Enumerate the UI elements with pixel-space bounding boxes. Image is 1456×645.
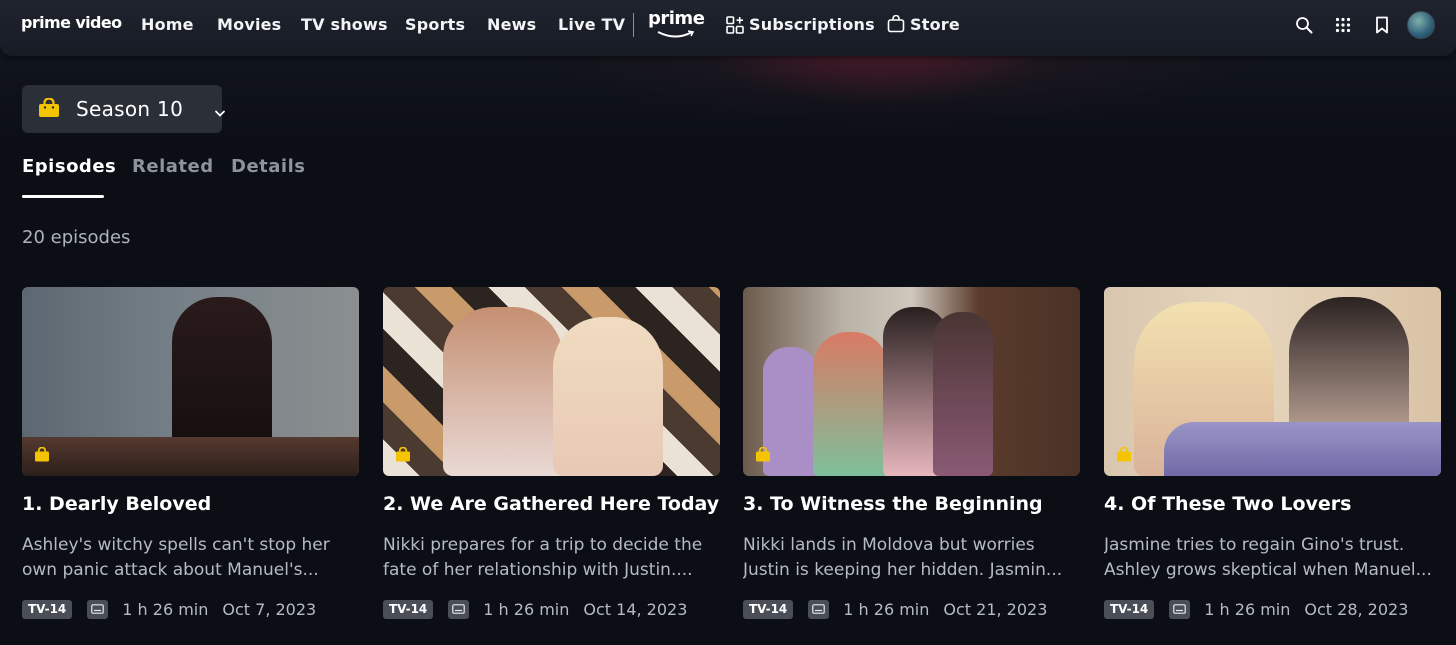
episode-duration: 1 h 26 min [483, 599, 570, 619]
season-selector-dropdown[interactable]: Season 10 [22, 85, 225, 133]
prime-link[interactable]: prime [648, 8, 705, 42]
season-label: Season 10 [76, 97, 184, 121]
tab-details[interactable]: Details [231, 156, 305, 177]
chevron-down-icon [213, 104, 227, 123]
nav-link-tv-shows[interactable]: TV shows [301, 15, 388, 34]
episode-count: 20 episodes [22, 227, 131, 248]
episode-meta: TV-14 1 h 26 min Oct 14, 2023 [383, 599, 687, 619]
episode-description: Nikki lands in Moldova but worries Justi… [743, 535, 1063, 580]
nav-link-home[interactable]: Home [141, 15, 194, 34]
episode-meta: TV-14 1 h 26 min Oct 21, 2023 [743, 599, 1047, 619]
nav-divider [633, 13, 634, 37]
episode-meta: TV-14 1 h 26 min Oct 28, 2023 [1104, 599, 1408, 619]
subtitles-icon [808, 599, 830, 619]
episode-duration: 1 h 26 min [122, 599, 209, 619]
episode-card[interactable]: 2. We Are Gathered Here Today Nikki prep… [383, 287, 720, 632]
maturity-rating-badge: TV-14 [743, 599, 794, 619]
prime-video-logo[interactable]: prime video [21, 13, 122, 32]
episode-card[interactable]: 3. To Witness the Beginning Nikki lands … [743, 287, 1080, 632]
subscriptions-grid-icon [726, 16, 744, 38]
shopping-bag-icon [755, 446, 771, 466]
nav-link-store[interactable]: Store [910, 15, 960, 34]
nav-link-sports[interactable]: Sports [405, 15, 465, 34]
prime-label: prime [648, 8, 705, 29]
episode-meta: TV-14 1 h 26 min Oct 7, 2023 [22, 599, 316, 619]
shopping-bag-icon [34, 446, 50, 466]
episode-description: Nikki prepares for a trip to decide the … [383, 535, 703, 580]
episode-air-date: Oct 7, 2023 [222, 599, 317, 619]
episode-title[interactable]: 3. To Witness the Beginning [743, 493, 1088, 515]
apps-grid-icon[interactable] [1332, 14, 1354, 36]
tab-episodes[interactable]: Episodes [22, 156, 116, 177]
episode-thumbnail[interactable] [383, 287, 720, 476]
prime-smile-icon [657, 30, 695, 38]
episode-card[interactable]: 1. Dearly Beloved Ashley's witchy spells… [22, 287, 359, 632]
episode-thumbnail[interactable] [1104, 287, 1441, 476]
episode-title[interactable]: 4. Of These Two Lovers [1104, 493, 1449, 515]
shopping-bag-icon [1116, 446, 1132, 466]
episode-duration: 1 h 26 min [843, 599, 930, 619]
nav-link-subscriptions[interactable]: Subscriptions [749, 15, 875, 34]
episode-thumbnail[interactable] [22, 287, 359, 476]
maturity-rating-badge: TV-14 [1104, 599, 1155, 619]
tab-related[interactable]: Related [132, 156, 214, 177]
nav-link-movies[interactable]: Movies [217, 15, 281, 34]
episode-title[interactable]: 1. Dearly Beloved [22, 493, 367, 515]
episode-thumbnail[interactable] [743, 287, 1080, 476]
episode-title[interactable]: 2. We Are Gathered Here Today [383, 493, 728, 515]
episode-air-date: Oct 21, 2023 [943, 599, 1048, 619]
nav-link-live-tv[interactable]: Live TV [558, 15, 625, 34]
episode-description: Jasmine tries to regain Gino's trust. As… [1104, 535, 1432, 580]
shopping-bag-icon [38, 97, 60, 122]
episode-duration: 1 h 26 min [1204, 599, 1291, 619]
subtitles-icon [448, 599, 470, 619]
profile-avatar[interactable] [1407, 11, 1435, 39]
episode-card[interactable]: 4. Of These Two Lovers Jasmine tries to … [1104, 287, 1441, 632]
subtitles-icon [1169, 599, 1191, 619]
top-navigation-bar: prime video Home Movies TV shows Sports … [0, 0, 1456, 56]
shopping-bag-icon [395, 446, 411, 466]
maturity-rating-badge: TV-14 [22, 599, 73, 619]
active-tab-indicator [22, 195, 104, 198]
store-bag-icon [887, 14, 905, 37]
episode-description: Ashley's witchy spells can't stop her ow… [22, 535, 330, 580]
watchlist-bookmark-icon[interactable] [1371, 14, 1393, 36]
search-icon[interactable] [1293, 14, 1315, 36]
maturity-rating-badge: TV-14 [383, 599, 434, 619]
episode-air-date: Oct 14, 2023 [583, 599, 688, 619]
episode-air-date: Oct 28, 2023 [1304, 599, 1409, 619]
subtitles-icon [87, 599, 109, 619]
nav-link-news[interactable]: News [487, 15, 536, 34]
